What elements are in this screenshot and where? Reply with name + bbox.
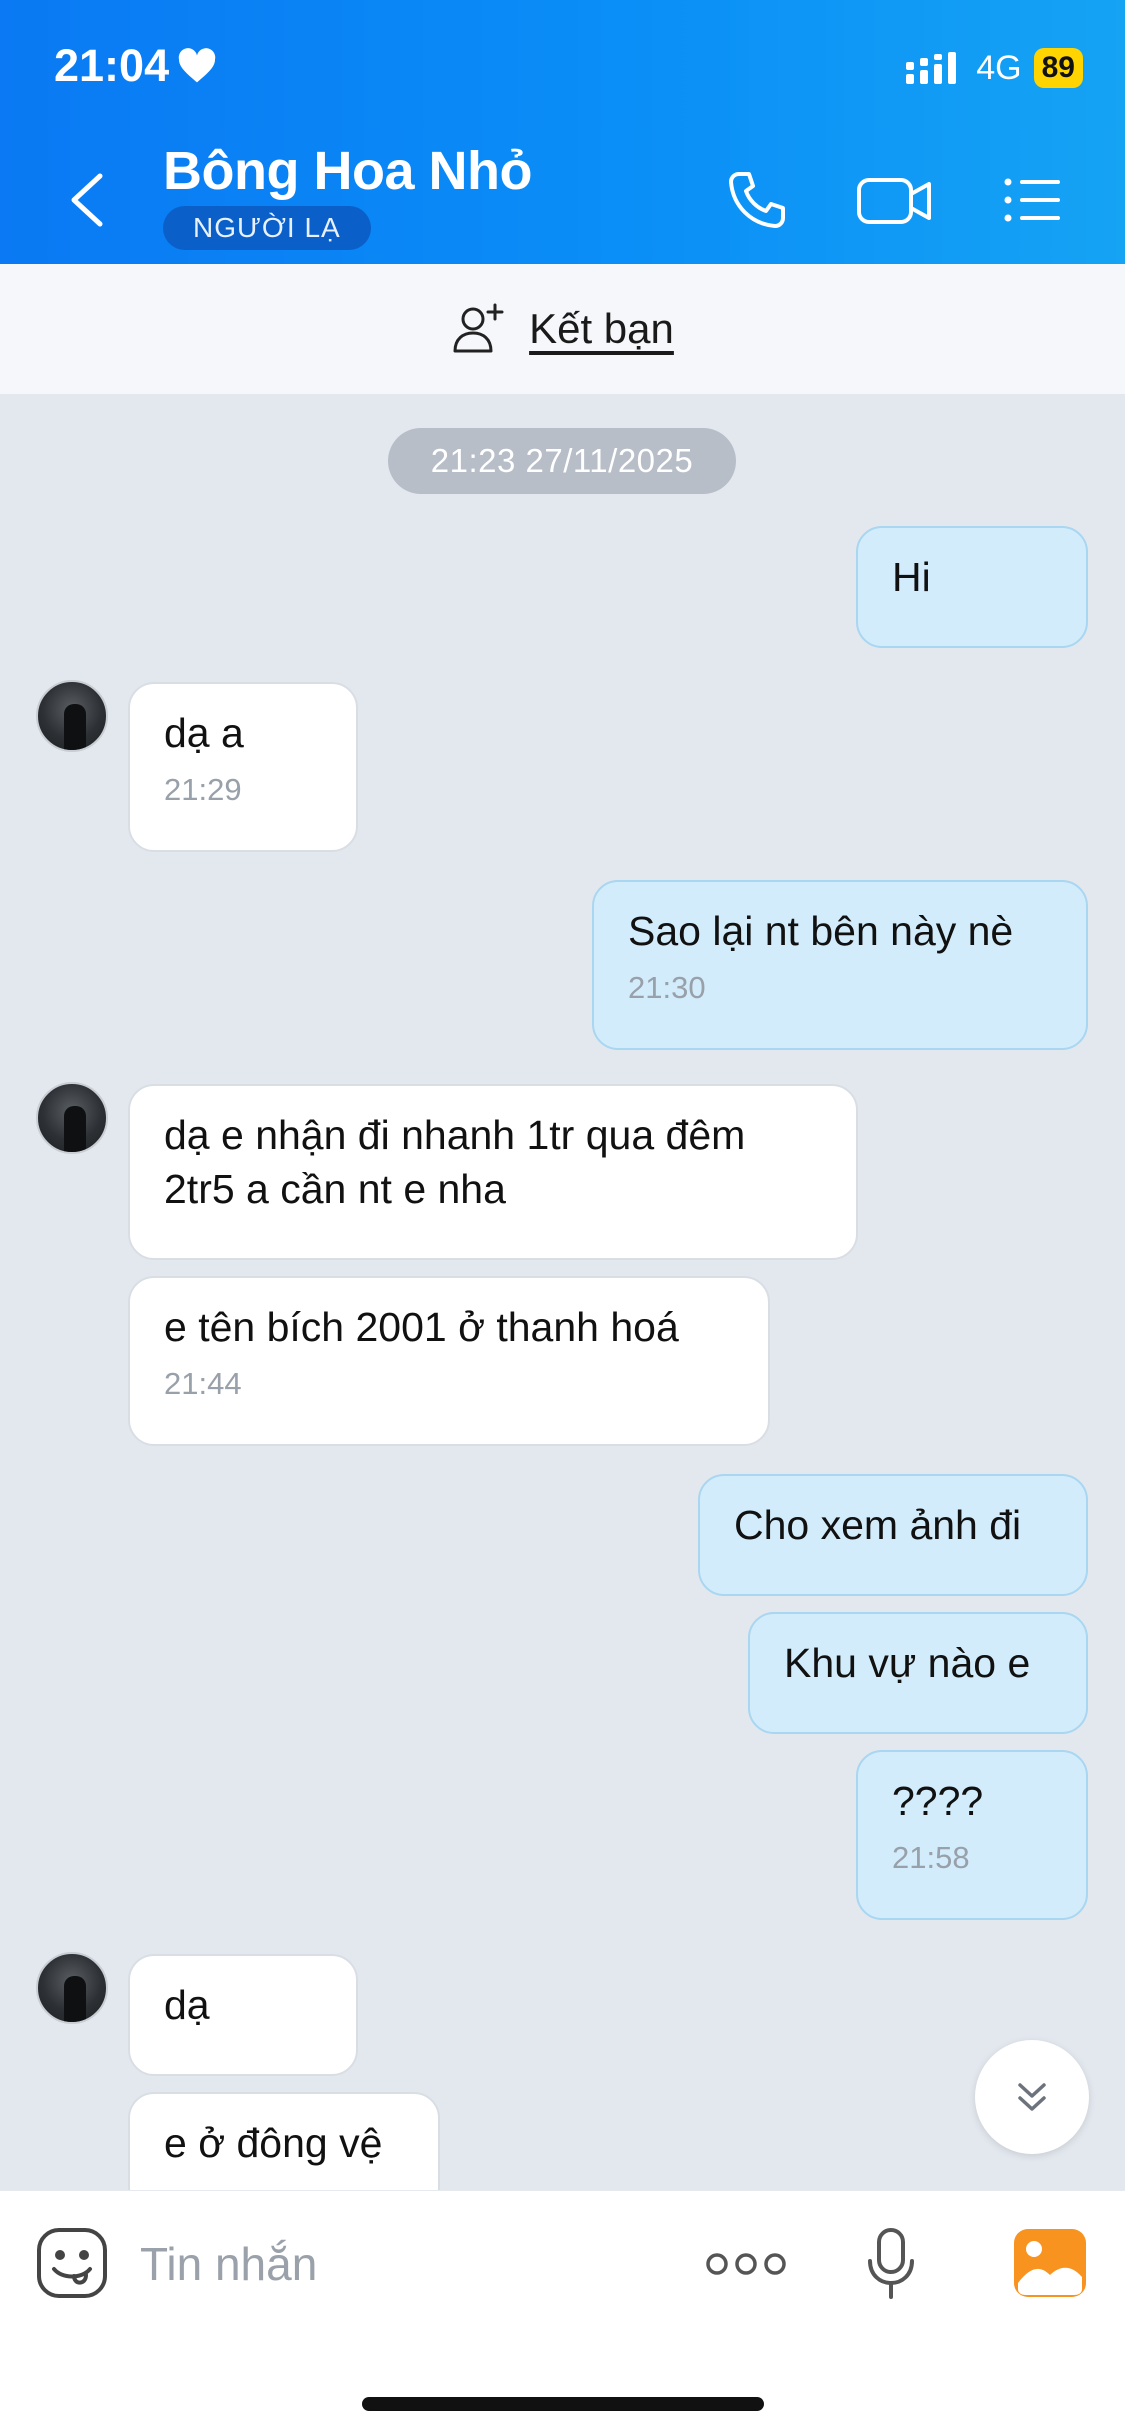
more-options-icon[interactable] — [705, 2247, 787, 2281]
message-outgoing[interactable]: ???? 21:58 — [856, 1750, 1088, 1920]
scroll-to-bottom-button[interactable] — [975, 2040, 1089, 2154]
message-text: Hi — [892, 554, 931, 600]
status-time-text: 21:04 — [54, 40, 170, 91]
stranger-badge: NGƯỜI LẠ — [163, 206, 371, 250]
double-chevron-down-icon — [1018, 2083, 1046, 2111]
message-incoming[interactable]: e tên bích 2001 ở thanh hoá 21:44 — [128, 1276, 770, 1446]
message-text: Khu vự nào e — [784, 1640, 1031, 1686]
contact-name[interactable]: Bông Hoa Nhỏ — [163, 140, 532, 202]
battery-level: 89 — [1033, 48, 1083, 88]
message-text: dạ a — [164, 710, 244, 756]
message-text: dạ — [164, 1982, 210, 2028]
image-gallery-icon[interactable] — [1012, 2227, 1088, 2299]
home-indicator — [362, 2397, 764, 2411]
message-outgoing[interactable]: Sao lại nt bên này nè 21:30 — [592, 880, 1088, 1050]
menu-list-icon[interactable] — [1000, 168, 1064, 232]
message-time: 21:44 — [164, 1366, 242, 1401]
message-text: dạ e nhận đi nhanh 1tr qua đêm 2tr5 a cầ… — [164, 1112, 746, 1212]
status-time: 21:04 — [54, 40, 217, 92]
avatar[interactable] — [36, 680, 108, 752]
message-composer — [0, 2190, 1125, 2436]
add-friend-bar[interactable]: Kết bạn — [0, 264, 1125, 394]
message-outgoing[interactable]: Cho xem ảnh đi — [698, 1474, 1088, 1596]
status-indicators: 4G 89 — [904, 48, 1083, 88]
message-incoming[interactable]: dạ — [128, 1954, 358, 2076]
message-text: Sao lại nt bên này nè — [628, 908, 1014, 954]
message-outgoing[interactable]: Hi — [856, 526, 1088, 648]
chat-header: 21:04 4G 89 Bông Hoa Nhỏ NGƯỜI LẠ — [0, 0, 1125, 264]
signal-icon — [906, 52, 957, 84]
message-text: ???? — [892, 1778, 984, 1824]
emoji-icon[interactable] — [36, 2227, 108, 2299]
message-text: e ở đông vệ — [164, 2120, 383, 2166]
date-separator: 21:23 27/11/2025 — [388, 428, 736, 494]
message-time: 21:58 — [892, 1840, 970, 1875]
message-time: 21:30 — [628, 970, 706, 1005]
back-icon[interactable] — [62, 170, 112, 230]
add-user-icon — [453, 303, 504, 353]
phone-icon[interactable] — [725, 168, 789, 232]
avatar[interactable] — [36, 1952, 108, 2024]
message-input[interactable] — [140, 2229, 660, 2299]
microphone-icon[interactable] — [866, 2227, 916, 2301]
message-time: 21:29 — [164, 772, 242, 807]
message-incoming[interactable]: dạ e nhận đi nhanh 1tr qua đêm 2tr5 a cầ… — [128, 1084, 858, 1260]
avatar[interactable] — [36, 1082, 108, 1154]
video-call-icon[interactable] — [855, 168, 935, 232]
message-text: Cho xem ảnh đi — [734, 1502, 1022, 1548]
network-type: 4G — [976, 48, 1022, 87]
message-text: e tên bích 2001 ở thanh hoá — [164, 1304, 679, 1350]
message-outgoing[interactable]: Khu vự nào e — [748, 1612, 1088, 1734]
add-friend-button[interactable]: Kết bạn — [529, 305, 674, 353]
heart-icon — [178, 48, 216, 83]
message-incoming[interactable]: dạ a 21:29 — [128, 682, 358, 852]
